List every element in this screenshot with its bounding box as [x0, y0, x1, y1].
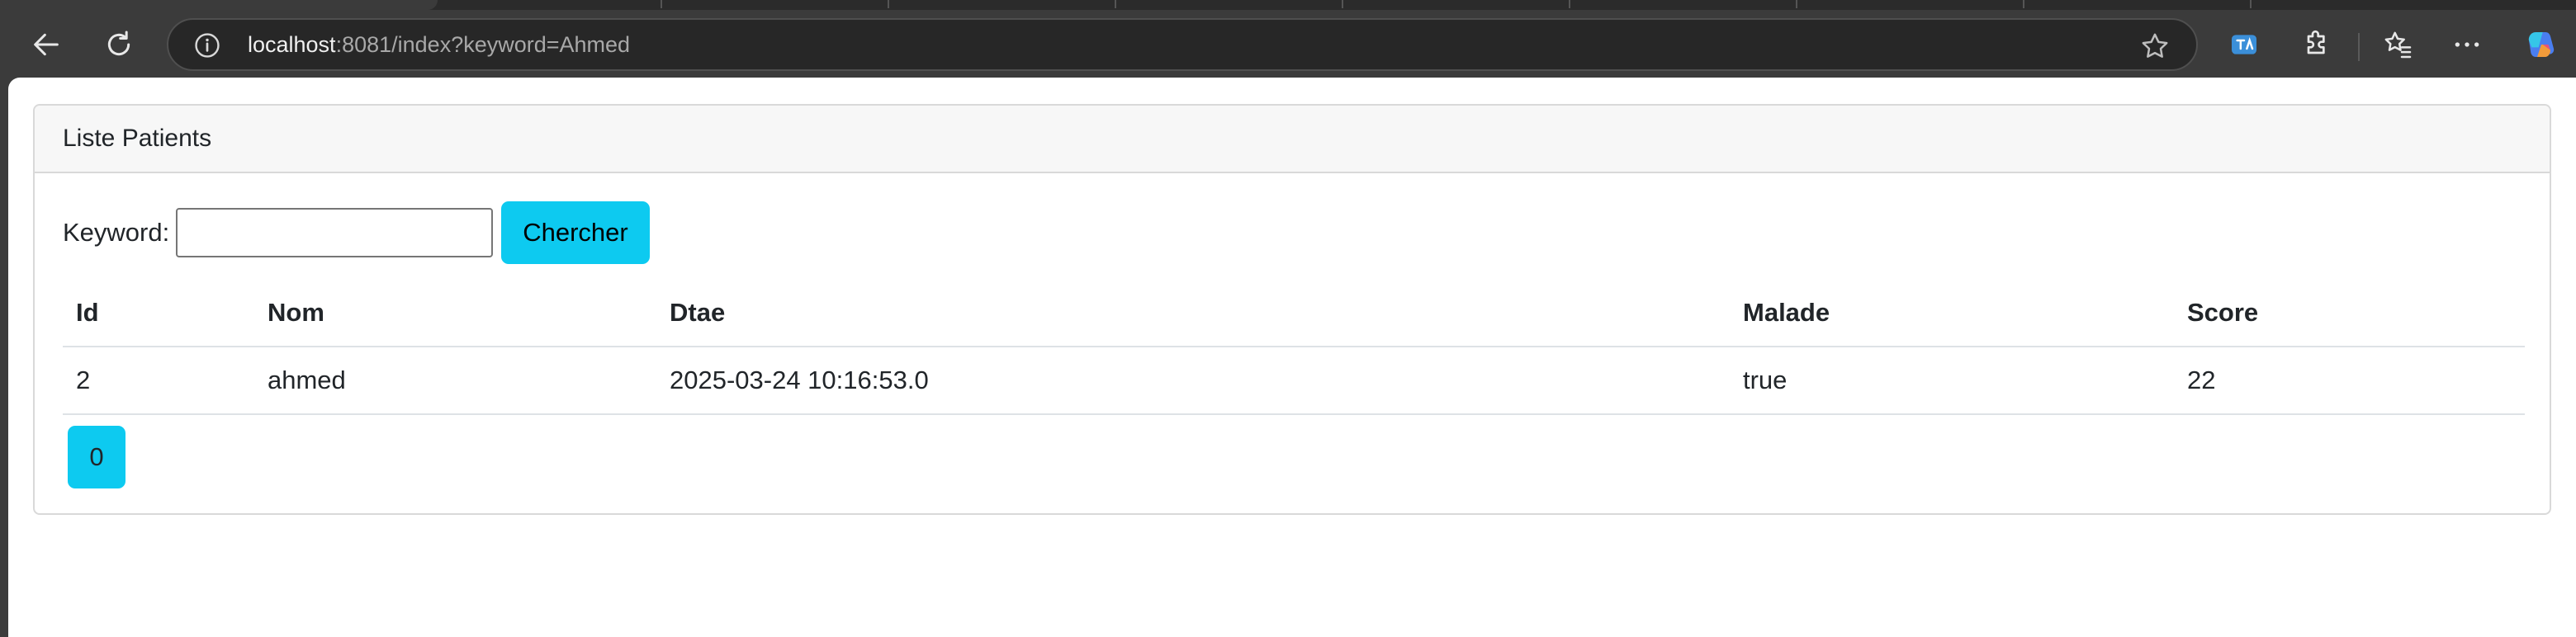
card-header: Liste Patients: [35, 106, 2550, 173]
tab-separator: [661, 0, 662, 8]
toolbar-divider: [2358, 33, 2360, 61]
url-text[interactable]: localhost:8081/index?keyword=Ahmed: [248, 20, 630, 69]
column-header-id: Id: [63, 279, 254, 347]
keyword-input[interactable]: [176, 208, 494, 257]
url-host: localhost: [248, 32, 336, 57]
keyword-label: Keyword:: [63, 218, 170, 247]
page-button-0[interactable]: 0: [68, 426, 125, 488]
search-button[interactable]: Chercher: [501, 201, 650, 264]
tab-separator: [888, 0, 889, 8]
column-header-nom: Nom: [254, 279, 656, 347]
copilot-icon[interactable]: [2518, 21, 2564, 68]
refresh-icon[interactable]: [96, 21, 142, 68]
translate-icon[interactable]: [2221, 21, 2267, 68]
tab-separator: [1115, 0, 1116, 8]
search-form: Keyword: Chercher: [63, 201, 650, 264]
patients-card: Liste Patients Keyword: Chercher Id Nom …: [33, 104, 2551, 515]
tab-separator: [1569, 0, 1570, 8]
cell-id: 2: [63, 347, 254, 415]
more-icon[interactable]: [2444, 21, 2490, 68]
back-arrow-icon[interactable]: [23, 21, 69, 68]
tab-separator: [1342, 0, 1343, 8]
cell-nom: ahmed: [254, 347, 656, 415]
favorites-icon[interactable]: [2375, 21, 2421, 68]
card-body: Keyword: Chercher Id Nom Dtae Malade Sco…: [35, 173, 2550, 513]
table-header-row: Id Nom Dtae Malade Score: [63, 279, 2525, 347]
active-tab[interactable]: [0, 0, 438, 10]
cell-score: 22: [2174, 347, 2525, 415]
tab-separator: [1796, 0, 1797, 8]
tab-separator: [2250, 0, 2252, 8]
cell-date: 2025-03-24 10:16:53.0: [656, 347, 1730, 415]
table-row: 2 ahmed 2025-03-24 10:16:53.0 true 22: [63, 347, 2525, 415]
page-viewport: Liste Patients Keyword: Chercher Id Nom …: [8, 78, 2576, 637]
column-header-malade: Malade: [1730, 279, 2174, 347]
puzzle-icon[interactable]: [2294, 21, 2340, 68]
patients-table: Id Nom Dtae Malade Score 2 ahmed 2025-03…: [63, 279, 2525, 415]
column-header-score: Score: [2174, 279, 2525, 347]
star-icon[interactable]: [2138, 30, 2171, 63]
url-path: :8081/index?keyword=Ahmed: [335, 32, 631, 57]
tab-separator: [2023, 0, 2024, 8]
info-icon[interactable]: [193, 31, 221, 59]
column-header-date: Dtae: [656, 279, 1730, 347]
tab-strip: [0, 0, 2576, 10]
browser-toolbar: localhost:8081/index?keyword=Ahmed: [0, 10, 2576, 79]
address-bar[interactable]: localhost:8081/index?keyword=Ahmed: [167, 18, 2198, 71]
cell-malade: true: [1730, 347, 2174, 415]
